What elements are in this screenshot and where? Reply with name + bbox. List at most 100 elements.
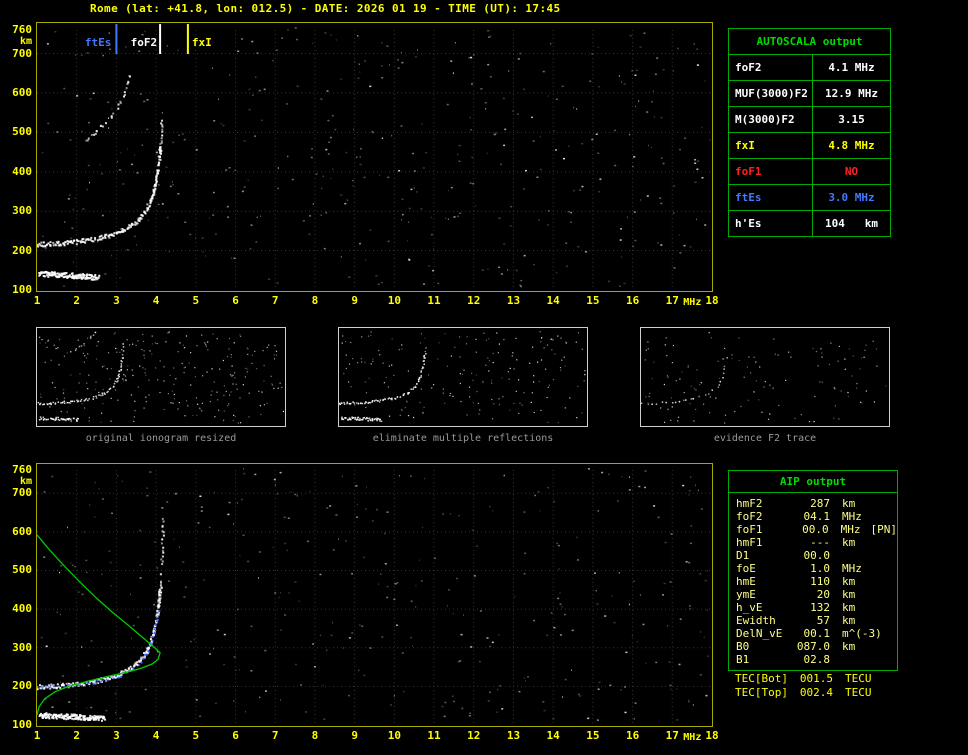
aip-line: ymE20km xyxy=(729,588,897,601)
param-value: 104 km xyxy=(813,211,890,236)
ionogram-panel-main: ftEs foF2 fxI xyxy=(36,22,713,292)
x-tick-label: 2 xyxy=(66,295,88,306)
y-tick-label: 700 xyxy=(2,48,32,59)
x-tick-label: 9 xyxy=(344,730,366,741)
aip-line: Ewidth57 km xyxy=(729,614,897,627)
ionogram-plot-main xyxy=(37,23,712,291)
x-tick-label: 16 xyxy=(622,730,644,741)
autoscala-app: Rome (lat: +41.8, lon: 012.5) - DATE: 20… xyxy=(0,0,968,755)
autoscala-table-row: fxI4.8 MHz xyxy=(729,132,890,158)
param-name: M(3000)F2 xyxy=(729,107,813,132)
param-name: fxI xyxy=(729,133,813,158)
autoscala-table-row: h'Es104 km xyxy=(729,210,890,236)
y-tick-label: 760 xyxy=(2,464,32,475)
aip-param-value: 001.5 xyxy=(795,672,833,685)
x-tick-label: 1 xyxy=(26,730,48,741)
param-value: 3.0 MHz xyxy=(813,185,890,210)
y-tick-label: 100 xyxy=(2,284,32,295)
aip-param-value: 110 xyxy=(792,575,830,588)
param-name: ftEs xyxy=(729,185,813,210)
y-tick-label: 300 xyxy=(2,205,32,216)
aip-param-value: 04.1 xyxy=(792,510,830,523)
x-tick-label: 18 xyxy=(701,295,723,306)
aip-param-name: B0 xyxy=(736,640,792,653)
x-tick-label: 9 xyxy=(344,295,366,306)
aip-line: hmE110km xyxy=(729,575,897,588)
aip-line: hmF2287 km xyxy=(729,497,897,510)
x-tick-label: 14 xyxy=(542,730,564,741)
aip-param-note: [PN] xyxy=(871,523,898,536)
aip-param-unit: km xyxy=(842,497,855,510)
aip-line: B102.8 xyxy=(729,653,897,666)
x-tick-label: 2 xyxy=(66,730,88,741)
ftes-marker-label: ftEs xyxy=(83,36,111,49)
x-tick-label: 10 xyxy=(383,730,405,741)
aip-param-value: 02.8 xyxy=(792,653,830,666)
aip-param-name: hmF1 xyxy=(736,536,792,549)
aip-param-name: DelN_vE xyxy=(736,627,792,640)
aip-param-value: 287 xyxy=(792,497,830,510)
x-tick-label: 8 xyxy=(304,295,326,306)
param-name: h'Es xyxy=(729,211,813,236)
aip-param-unit: MHz xyxy=(842,510,862,523)
aip-param-unit: TECU xyxy=(845,686,872,699)
tec-line: TEC[Top]002.4 TECU xyxy=(728,686,898,699)
x-tick-label: 1 xyxy=(26,295,48,306)
thumbnail-caption: eliminate multiple reflections xyxy=(337,433,589,444)
y-tick-label: 600 xyxy=(2,526,32,537)
window-title: Rome (lat: +41.8, lon: 012.5) - DATE: 20… xyxy=(90,2,561,15)
thumbnail-filtered-ionogram xyxy=(338,327,588,427)
x-tick-label: 15 xyxy=(582,295,604,306)
y-tick-label: 500 xyxy=(2,564,32,575)
aip-param-name: h_vE xyxy=(736,601,792,614)
aip-param-unit: MHz xyxy=(842,562,862,575)
thumbnail-caption: evidence F2 trace xyxy=(639,433,891,444)
x-tick-label: 3 xyxy=(105,730,127,741)
aip-header: AIP output xyxy=(729,471,897,493)
aip-param-name: foF2 xyxy=(736,510,792,523)
aip-param-name: TEC[Top] xyxy=(735,686,795,699)
x-tick-label: 18 xyxy=(701,730,723,741)
aip-param-unit: km xyxy=(842,588,855,601)
thumbnail-plot-f2 xyxy=(641,328,889,426)
param-value: 4.1 MHz xyxy=(813,55,890,80)
aip-line: foE1.0MHz xyxy=(729,562,897,575)
aip-param-unit: km xyxy=(842,614,855,627)
thumbnail-plot-original xyxy=(37,328,285,426)
x-tick-label: 5 xyxy=(185,730,207,741)
y-tick-label: 760 xyxy=(2,24,32,35)
tec-line: TEC[Bot]001.5TECU xyxy=(728,672,898,685)
aip-param-value: 002.4 xyxy=(795,686,833,699)
x-tick-label: 10 xyxy=(383,295,405,306)
aip-param-name: hmF2 xyxy=(736,497,792,510)
autoscala-table-row: foF1NO xyxy=(729,158,890,184)
aip-param-name: hmE xyxy=(736,575,792,588)
aip-line: D100.0 xyxy=(729,549,897,562)
y-tick-label: 500 xyxy=(2,126,32,137)
x-tick-label: 12 xyxy=(463,730,485,741)
aip-param-unit: km xyxy=(842,601,855,614)
aip-param-value: 57 xyxy=(792,614,830,627)
aip-line: foF204.1 MHz xyxy=(729,510,897,523)
x-tick-label: 14 xyxy=(542,295,564,306)
aip-param-unit: MHz xyxy=(841,523,861,536)
param-value: 12.9 MHz xyxy=(813,81,890,106)
y-tick-label: 100 xyxy=(2,719,32,730)
y-tick-label: 200 xyxy=(2,245,32,256)
aip-param-name: Ewidth xyxy=(736,614,792,627)
aip-param-value: 00.1 xyxy=(792,627,830,640)
autoscala-table-row: foF24.1 MHz xyxy=(729,54,890,80)
x-tick-label: 4 xyxy=(145,730,167,741)
autoscala-table-row: MUF(3000)F212.9 MHz xyxy=(729,80,890,106)
param-value: NO xyxy=(813,159,890,184)
aip-param-name: TEC[Bot] xyxy=(735,672,795,685)
aip-param-name: foE xyxy=(736,562,792,575)
x-tick-label: 7 xyxy=(264,295,286,306)
aip-line: hmF1---km xyxy=(729,536,897,549)
param-name: foF1 xyxy=(729,159,813,184)
autoscala-table-rows: foF24.1 MHzMUF(3000)F212.9 MHzM(3000)F2 3… xyxy=(729,54,890,236)
x-tick-label: 13 xyxy=(502,295,524,306)
aip-param-value: 132 xyxy=(792,601,830,614)
x-axis-unit-label: MHz xyxy=(683,733,701,743)
aip-param-name: B1 xyxy=(736,653,792,666)
